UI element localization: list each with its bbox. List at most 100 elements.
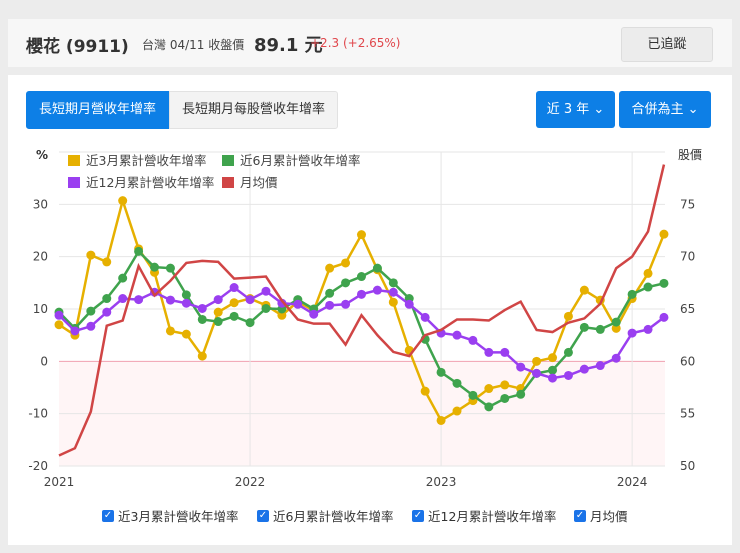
data-point [213,307,223,317]
data-point [325,300,335,310]
left-tick-label: 30 [33,197,48,211]
right-tick-label: 70 [680,250,695,264]
data-point [229,298,239,308]
data-point [118,273,128,283]
data-point [484,402,494,412]
data-point [356,289,366,299]
data-point [563,370,573,380]
right-axis-label: 股價 [678,148,702,162]
legend-label: 月均價 [240,175,278,190]
legend-label: 近6月累計營收年增率 [240,153,360,168]
right-tick-label: 55 [680,407,695,421]
data-point [643,282,653,292]
data-point [420,312,430,322]
data-point [102,307,112,317]
right-tick-label: 60 [680,354,695,368]
data-point [134,246,144,256]
legend-swatch [222,155,234,166]
data-point [579,322,589,332]
data-point [102,257,112,267]
data-point [86,306,96,316]
data-point [150,262,160,272]
data-point [356,272,366,282]
data-point [102,294,112,304]
data-point [325,263,335,273]
data-point [595,361,605,371]
x-tick-label: 2023 [426,475,457,489]
data-point [484,347,494,357]
data-point [500,380,510,390]
data-point [516,389,526,399]
data-point [165,295,175,305]
data-point [436,367,446,377]
data-point [134,295,144,305]
data-point [611,353,621,363]
data-point [452,406,462,416]
left-tick-label: -20 [28,459,48,473]
data-point [86,321,96,331]
data-point [548,365,558,375]
data-point [372,285,382,295]
data-point [659,229,669,239]
data-point [54,320,64,330]
data-point [452,330,462,340]
data-point [659,312,669,322]
data-point [500,393,510,403]
left-tick-label: 20 [33,250,48,264]
data-point [436,415,446,425]
data-point [165,326,175,336]
data-point [293,299,303,309]
left-axis-label: % [36,148,48,162]
data-point [325,288,335,298]
legend-swatch [222,177,234,188]
data-point [261,286,271,296]
data-point [181,329,191,339]
data-point [213,295,223,305]
data-point [356,230,366,240]
data-point [452,378,462,388]
data-point [388,278,398,288]
data-point [261,303,271,313]
revenue-growth-chart: -20 -10 0 10 20 30 50 55 60 65 70 75% 股價 2021 2022 2023… [28,148,702,489]
data-point [341,299,351,309]
data-point [579,285,589,295]
data-point [532,368,542,378]
data-point [643,324,653,334]
data-point [579,364,589,374]
data-point [388,287,398,297]
data-point [54,310,64,320]
data-point [563,311,573,321]
x-tick-label: 2022 [235,475,266,489]
right-tick-label: 65 [680,302,695,316]
data-point [532,356,542,366]
data-point [197,303,207,313]
data-point [181,290,191,300]
data-point [70,326,80,336]
data-point [197,351,207,361]
data-point [404,299,414,309]
right-tick-label: 50 [680,459,695,473]
data-point [229,283,239,293]
legend-label: 近3月累計營收年增率 [86,153,206,168]
data-point [213,317,223,327]
data-point [548,373,558,383]
data-point [388,297,398,307]
left-tick-label: 0 [40,354,48,368]
data-point [245,295,255,305]
right-tick-label: 75 [680,197,695,211]
data-point [86,250,96,260]
data-point [341,258,351,268]
x-tick-label: 2024 [617,475,648,489]
data-point [659,278,669,288]
x-tick-label: 2021 [44,475,75,489]
data-point [341,278,351,288]
data-point [372,263,382,273]
data-point [548,353,558,363]
data-point [245,318,255,328]
data-point [165,263,175,273]
data-point [309,309,319,319]
data-point [627,328,637,338]
legend-label: 近12月累計營收年增率 [86,175,214,190]
data-point [611,317,621,327]
data-point [181,298,191,308]
